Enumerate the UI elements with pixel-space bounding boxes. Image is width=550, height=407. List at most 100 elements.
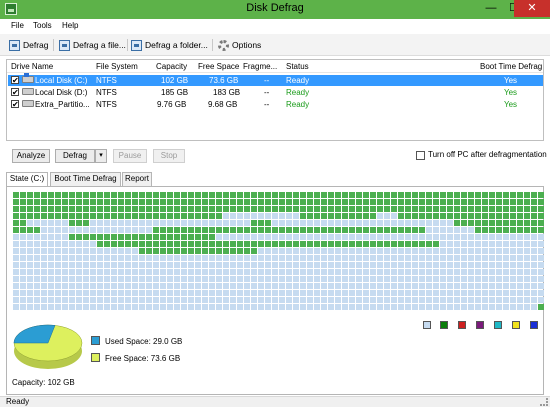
cluster-block: [489, 241, 495, 247]
cluster-block: [405, 192, 411, 198]
menu-file[interactable]: File: [11, 21, 24, 30]
cluster-block: [55, 304, 61, 310]
menu-help[interactable]: Help: [62, 21, 78, 30]
drive-row[interactable]: ✔ Extra_Partitio... NTFS 9.76 GB 9.68 GB…: [8, 99, 543, 110]
cluster-block: [251, 304, 257, 310]
drive-icon: [22, 88, 34, 95]
cluster-block: [237, 297, 243, 303]
cluster-block: [83, 290, 89, 296]
defrag-toolbar-button[interactable]: Defrag: [9, 38, 49, 52]
tab-state[interactable]: State (C:): [6, 172, 48, 187]
pie-used-slice: [13, 324, 56, 344]
cluster-block: [251, 297, 257, 303]
cluster-block: [48, 248, 54, 254]
cluster-block: [230, 241, 236, 247]
cluster-block: [258, 283, 264, 289]
cluster-block: [391, 220, 397, 226]
defrag-dropdown-arrow[interactable]: ▾: [95, 149, 107, 163]
cluster-block: [314, 199, 320, 205]
cluster-block: [90, 276, 96, 282]
cluster-block: [167, 262, 173, 268]
column-header[interactable]: Free Space: [198, 62, 239, 71]
drive-checkbox[interactable]: ✔: [11, 100, 19, 109]
menu-tools[interactable]: Tools: [33, 21, 52, 30]
drive-checkbox[interactable]: ✔: [11, 88, 19, 97]
drive-row[interactable]: ✔ Local Disk (D:) NTFS 185 GB 183 GB -- …: [8, 87, 543, 98]
cluster-block: [76, 220, 82, 226]
drive-row[interactable]: ✔ Local Disk (C:) NTFS 102 GB 73.6 GB --…: [8, 73, 543, 86]
cluster-block: [489, 248, 495, 254]
column-header[interactable]: Status: [286, 62, 309, 71]
analyze-button[interactable]: Analyze: [12, 149, 50, 163]
cluster-block: [34, 283, 40, 289]
pause-button[interactable]: Pause: [113, 149, 147, 163]
cluster-block: [384, 227, 390, 233]
cluster-block: [216, 241, 222, 247]
cluster-block: [279, 241, 285, 247]
cluster-block: [62, 255, 68, 261]
cluster-block: [524, 192, 530, 198]
cluster-block: [524, 213, 530, 219]
cluster-block: [244, 283, 250, 289]
turn-off-checkbox[interactable]: [416, 151, 425, 160]
cluster-block: [48, 276, 54, 282]
tab-boot-time-defrag[interactable]: Boot Time Defrag: [50, 172, 121, 186]
cluster-block: [447, 248, 453, 254]
cluster-block: [461, 241, 467, 247]
cluster-block: [202, 276, 208, 282]
cluster-block: [419, 248, 425, 254]
cluster-block: [251, 241, 257, 247]
column-header[interactable]: Boot Time Defrag: [480, 62, 542, 71]
cluster-block: [349, 290, 355, 296]
cluster-block: [188, 290, 194, 296]
cluster-block: [237, 192, 243, 198]
cluster-block: [447, 227, 453, 233]
cluster-block: [524, 269, 530, 275]
cluster-block: [41, 241, 47, 247]
cluster-block: [468, 206, 474, 212]
cluster-block: [489, 213, 495, 219]
drive-checkbox[interactable]: ✔: [11, 76, 19, 85]
minimize-button[interactable]: —: [479, 0, 503, 17]
cluster-block: [482, 220, 488, 226]
column-header[interactable]: File System: [96, 62, 138, 71]
cluster-block: [69, 262, 75, 268]
cluster-block: [41, 248, 47, 254]
cluster-block: [83, 297, 89, 303]
cluster-block: [146, 290, 152, 296]
defrag-file-button[interactable]: Defrag a file...: [59, 38, 126, 52]
defrag-folder-button[interactable]: Defrag a folder...: [131, 38, 208, 52]
tab-report[interactable]: Report: [122, 172, 152, 186]
cluster-block: [272, 199, 278, 205]
cluster-block: [13, 290, 19, 296]
cluster-block: [433, 199, 439, 205]
cluster-block: [125, 213, 131, 219]
cluster-block: [293, 220, 299, 226]
cluster-block: [405, 199, 411, 205]
cluster-block: [412, 213, 418, 219]
stop-button[interactable]: Stop: [153, 149, 185, 163]
cluster-block: [83, 283, 89, 289]
cluster-block: [426, 227, 432, 233]
cluster-block: [517, 269, 523, 275]
column-header[interactable]: Capacity: [156, 62, 187, 71]
cluster-block: [125, 262, 131, 268]
cluster-block: [321, 199, 327, 205]
cluster-block: [279, 227, 285, 233]
cluster-block: [139, 255, 145, 261]
cluster-block: [356, 304, 362, 310]
defrag-button[interactable]: Defrag: [55, 149, 95, 163]
close-button[interactable]: ✕: [514, 0, 550, 17]
column-header[interactable]: Fragme...: [243, 62, 277, 71]
options-button[interactable]: Options: [218, 38, 261, 52]
drive-list[interactable]: Drive Name File System Capacity Free Spa…: [6, 59, 544, 141]
resize-grip[interactable]: [540, 398, 548, 406]
cluster-block: [209, 276, 215, 282]
cluster-block: [69, 297, 75, 303]
column-header[interactable]: Drive Name: [11, 62, 53, 71]
cluster-block: [447, 304, 453, 310]
cluster-block: [314, 227, 320, 233]
cluster-block: [342, 227, 348, 233]
cluster-block: [188, 234, 194, 240]
capacity-label: Capacity: 102 GB: [12, 378, 75, 387]
